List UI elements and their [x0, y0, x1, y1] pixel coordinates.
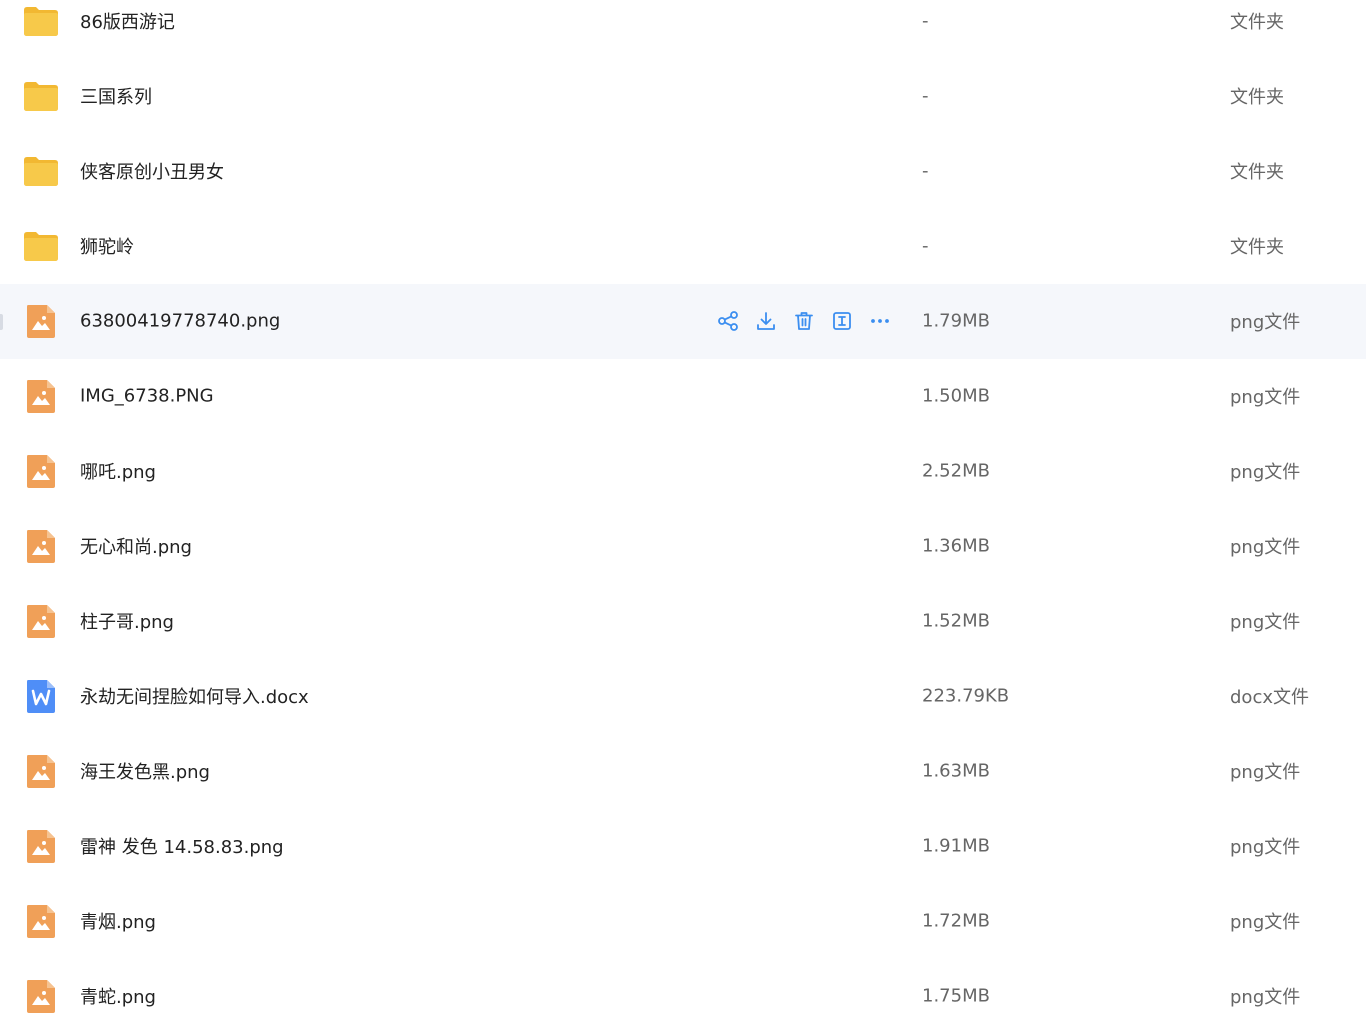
file-type: png文件: [1230, 312, 1301, 333]
folder-row[interactable]: 三国系列 - 文件夹: [0, 59, 1366, 134]
row-select-marker: [0, 313, 3, 330]
file-name[interactable]: IMG_6738.PNG: [80, 386, 214, 407]
file-type: png文件: [1230, 762, 1301, 783]
rename-icon[interactable]: [830, 309, 854, 333]
file-row[interactable]: 青蛇.png 1.75MB png文件: [0, 959, 1366, 1023]
file-list: 86版西游记 - 文件夹 三国系列 - 文件夹 侠客原创小丑男女 - 文件夹 狮驼岭 - 文件夹 638…: [0, 0, 1366, 1023]
image-file-icon: [22, 827, 60, 865]
file-row[interactable]: 雷神 发色 14.58.83.png 1.91MB png文件: [0, 809, 1366, 884]
image-file-icon: [22, 602, 60, 640]
file-type: 文件夹: [1230, 237, 1284, 258]
file-row[interactable]: 无心和尚.png 1.36MB png文件: [0, 509, 1366, 584]
file-name[interactable]: 青烟.png: [80, 908, 156, 934]
file-size: 1.75MB: [922, 985, 990, 1007]
image-file-icon: [22, 302, 60, 340]
file-row[interactable]: IMG_6738.PNG 1.50MB png文件: [0, 359, 1366, 434]
file-type: png文件: [1230, 462, 1301, 483]
image-file-icon: [22, 527, 60, 565]
file-type: 文件夹: [1230, 12, 1284, 33]
file-row[interactable]: 永劫无间捏脸如何导入.docx 223.79KB docx文件: [0, 659, 1366, 734]
folder-icon: [22, 227, 60, 265]
file-type: png文件: [1230, 987, 1301, 1008]
image-file-icon: [22, 452, 60, 490]
file-size: 1.50MB: [922, 385, 990, 407]
file-name[interactable]: 雷神 发色 14.58.83.png: [80, 833, 284, 859]
folder-row[interactable]: 侠客原创小丑男女 - 文件夹: [0, 134, 1366, 209]
file-size: 1.72MB: [922, 910, 990, 932]
word-file-icon: [22, 677, 60, 715]
file-size: 1.79MB: [922, 310, 990, 332]
file-name[interactable]: 哪吒.png: [80, 458, 156, 484]
file-size: -: [922, 160, 929, 182]
file-size: -: [922, 10, 929, 32]
folder-icon: [22, 152, 60, 190]
file-row[interactable]: 哪吒.png 2.52MB png文件: [0, 434, 1366, 509]
file-name[interactable]: 海王发色黑.png: [80, 758, 210, 784]
file-row[interactable]: 柱子哥.png 1.52MB png文件: [0, 584, 1366, 659]
folder-row[interactable]: 86版西游记 - 文件夹: [0, 0, 1366, 59]
file-size: 1.91MB: [922, 835, 990, 857]
row-actions: [716, 307, 892, 335]
file-type: png文件: [1230, 612, 1301, 633]
delete-icon[interactable]: [792, 309, 816, 333]
folder-row[interactable]: 狮驼岭 - 文件夹: [0, 209, 1366, 284]
file-row[interactable]: 海王发色黑.png 1.63MB png文件: [0, 734, 1366, 809]
file-type: png文件: [1230, 837, 1301, 858]
folder-icon: [22, 77, 60, 115]
file-name[interactable]: 三国系列: [80, 83, 152, 109]
image-file-icon: [22, 902, 60, 940]
folder-icon: [22, 2, 60, 40]
file-type: 文件夹: [1230, 87, 1284, 108]
file-name[interactable]: 狮驼岭: [80, 233, 134, 259]
file-size: 223.79KB: [922, 685, 1010, 707]
more-icon[interactable]: [868, 309, 892, 333]
download-icon[interactable]: [754, 309, 778, 333]
file-type: png文件: [1230, 387, 1301, 408]
file-size: 2.52MB: [922, 460, 990, 482]
file-type: 文件夹: [1230, 162, 1284, 183]
file-name[interactable]: 86版西游记: [80, 8, 175, 34]
file-type: png文件: [1230, 537, 1301, 558]
file-type: docx文件: [1230, 687, 1309, 708]
file-size: -: [922, 235, 929, 257]
file-row[interactable]: 青烟.png 1.72MB png文件: [0, 884, 1366, 959]
file-name[interactable]: 无心和尚.png: [80, 533, 192, 559]
file-type: png文件: [1230, 912, 1301, 933]
file-size: 1.63MB: [922, 760, 990, 782]
file-size: 1.36MB: [922, 535, 990, 557]
file-size: 1.52MB: [922, 610, 990, 632]
file-name[interactable]: 侠客原创小丑男女: [80, 158, 224, 184]
file-row[interactable]: 63800419778740.png 1.79MB png文件: [0, 283, 1366, 359]
file-size: -: [922, 85, 929, 107]
file-name[interactable]: 青蛇.png: [80, 983, 156, 1009]
file-name[interactable]: 63800419778740.png: [80, 311, 280, 332]
image-file-icon: [22, 752, 60, 790]
file-name[interactable]: 永劫无间捏脸如何导入.docx: [80, 683, 309, 709]
share-icon[interactable]: [716, 309, 740, 333]
file-name[interactable]: 柱子哥.png: [80, 608, 174, 634]
image-file-icon: [22, 377, 60, 415]
image-file-icon: [22, 977, 60, 1015]
